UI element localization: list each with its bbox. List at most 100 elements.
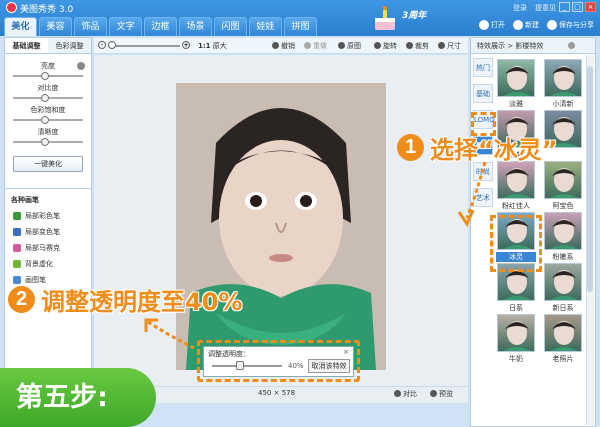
- effect-thumbnail[interactable]: [497, 59, 535, 97]
- anniversary-label: 3周年: [402, 11, 427, 21]
- effect-label: 粉红佳人: [502, 202, 530, 210]
- callout-number-1: 1: [397, 133, 424, 161]
- save-share-button[interactable]: 保存与分享: [547, 20, 594, 30]
- slider-label: 清晰度: [37, 128, 59, 136]
- rotate-button[interactable]: 旋转: [374, 41, 397, 51]
- zoom-slider-knob[interactable]: [108, 41, 116, 49]
- effect-thumbnail[interactable]: [544, 59, 582, 97]
- one-click-beautify-button[interactable]: 一键美化: [13, 156, 83, 172]
- tab-collage[interactable]: 拼图: [284, 17, 317, 36]
- zoom-out-button[interactable]: -: [98, 41, 106, 49]
- app-title: 美图秀秀 3.0: [20, 5, 74, 15]
- brush-icon: [13, 260, 21, 268]
- redo-icon: [304, 42, 311, 49]
- brush-icon: [13, 244, 21, 252]
- effect-label: 小清新: [552, 100, 574, 108]
- actual-size-button[interactable]: 1:1 原大: [198, 41, 227, 51]
- slider-label: 亮度: [41, 62, 55, 70]
- original-icon: [338, 42, 345, 49]
- tab-flash[interactable]: 闪图: [214, 17, 247, 36]
- effect-highlight-frame: [490, 215, 542, 272]
- redo-button[interactable]: 重做: [304, 41, 327, 51]
- minimize-button[interactable]: _: [559, 2, 570, 12]
- effect-label: 老照片: [552, 355, 574, 363]
- edited-photo: [176, 83, 386, 370]
- image-size: 450 × 578: [258, 389, 296, 397]
- brush-item[interactable]: 局部马赛克: [13, 243, 91, 253]
- brush-label: 局部变色笔: [25, 228, 60, 236]
- effect-label: 日系: [509, 304, 523, 312]
- effects-panel-header: 特效展示 > 影楼特效: [471, 38, 595, 54]
- effects-scrollbar-thumb[interactable]: [587, 66, 593, 292]
- original-image-button[interactable]: 原图: [338, 41, 361, 51]
- zoom-slider[interactable]: [108, 45, 180, 47]
- effect-category[interactable]: 热门: [473, 58, 493, 77]
- effect-label: 牛奶: [509, 355, 523, 363]
- login-link[interactable]: 登录: [513, 3, 527, 13]
- slider-label: 色彩饱和度: [30, 106, 66, 114]
- callout-step-2: 2 调整透明度至40%: [8, 281, 242, 317]
- undo-icon: [272, 42, 279, 49]
- save-icon: [547, 20, 557, 30]
- adjust-slider[interactable]: [13, 72, 83, 80]
- close-button[interactable]: ×: [585, 2, 596, 12]
- maximize-button[interactable]: □: [572, 2, 583, 12]
- brush-icon: [13, 212, 21, 220]
- arrow-to-effect-icon: [457, 161, 487, 228]
- tab-color-adjust[interactable]: 色彩调整: [48, 38, 91, 53]
- main-tabs: 美化 美容 饰品 文字 边框 场景 闪图 娃娃 拼图: [4, 17, 317, 36]
- brush-icon: [13, 228, 21, 236]
- tab-beautify[interactable]: 美化: [4, 17, 37, 36]
- settings-icon[interactable]: [568, 42, 575, 49]
- reset-icon[interactable]: [77, 62, 85, 70]
- adjust-slider-knob[interactable]: [41, 138, 49, 146]
- adjust-slider-knob[interactable]: [41, 116, 49, 124]
- tab-doll[interactable]: 娃娃: [249, 17, 282, 36]
- effect-thumbnail[interactable]: [544, 314, 582, 352]
- crop-button[interactable]: 裁剪: [406, 41, 429, 51]
- dialog-highlight-frame: [197, 340, 360, 382]
- adjust-slider[interactable]: [13, 94, 83, 102]
- brush-section-title: 各种画笔: [11, 196, 39, 204]
- preview-button[interactable]: 预览: [430, 389, 453, 399]
- effect-label: 粉嫩系: [552, 253, 574, 261]
- image-toolbar: - + 1:1 原大 撤销 重做 原图 旋转 裁剪 尺寸: [94, 38, 468, 54]
- undo-button[interactable]: 撤销: [272, 41, 295, 51]
- title-bar: 美图秀秀 3.0 3周年 登录 提意见 _ □ × 美化 美容 饰品 文字 边框…: [0, 0, 600, 36]
- adjust-slider-knob[interactable]: [41, 94, 49, 102]
- anniversary-cake-icon: [375, 6, 395, 30]
- compare-button[interactable]: 对比: [394, 389, 417, 399]
- effect-thumbnail[interactable]: [497, 161, 535, 199]
- resize-button[interactable]: 尺寸: [438, 41, 461, 51]
- slider-label: 对比度: [37, 84, 59, 92]
- effect-thumbnail[interactable]: [544, 161, 582, 199]
- adjust-slider-knob[interactable]: [41, 72, 49, 80]
- effect-thumbnail[interactable]: [544, 263, 582, 301]
- new-button[interactable]: 新建: [513, 20, 539, 30]
- brush-item[interactable]: 局部变色笔: [13, 227, 91, 237]
- tab-accessories[interactable]: 饰品: [74, 17, 107, 36]
- plus-icon: [513, 20, 523, 30]
- callout-text-2: 调整透明度至40%: [41, 287, 243, 316]
- callout-number-2: 2: [8, 285, 35, 313]
- tab-basic-adjust[interactable]: 基础调整: [5, 38, 48, 53]
- brush-label: 局部彩色笔: [25, 212, 60, 220]
- rotate-icon: [374, 42, 381, 49]
- adjust-slider[interactable]: [13, 116, 83, 124]
- compare-icon: [394, 390, 401, 397]
- effect-category[interactable]: 基础: [473, 84, 493, 103]
- folder-icon: [479, 20, 489, 30]
- app-logo-icon: [6, 2, 17, 13]
- open-button[interactable]: 打开: [479, 20, 505, 30]
- effect-thumbnail[interactable]: [544, 212, 582, 250]
- effect-thumbnail[interactable]: [497, 314, 535, 352]
- brush-item[interactable]: 背景虚化: [13, 259, 91, 269]
- tab-face[interactable]: 美容: [39, 17, 72, 36]
- tab-frame[interactable]: 边框: [144, 17, 177, 36]
- brush-item[interactable]: 局部彩色笔: [13, 211, 91, 221]
- zoom-in-button[interactable]: +: [182, 41, 190, 49]
- feedback-link[interactable]: 提意见: [535, 3, 556, 13]
- tab-text[interactable]: 文字: [109, 17, 142, 36]
- adjust-slider[interactable]: [13, 138, 83, 146]
- tab-scene[interactable]: 场景: [179, 17, 212, 36]
